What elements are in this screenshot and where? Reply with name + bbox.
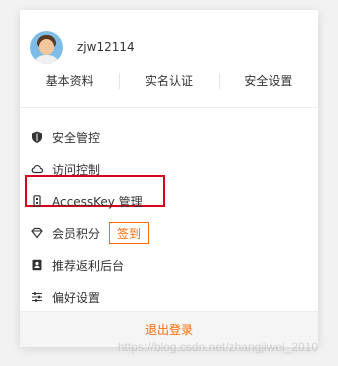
menu-item-label: 偏好设置	[52, 290, 101, 305]
logout-button[interactable]: 退出登录	[145, 321, 193, 338]
menu-item-label: 安全管控	[52, 130, 101, 145]
account-tabs: 基本资料 实名认证 安全设置	[20, 70, 318, 92]
key-icon	[31, 195, 43, 207]
user-profile: zjw12114	[30, 30, 135, 64]
menu-item-label: 会员积分	[52, 226, 101, 241]
menu-item-security-control[interactable]: 安全管控	[20, 124, 318, 150]
sign-in-button[interactable]: 签到	[109, 222, 150, 244]
menu-item-label: 推荐返利后台	[52, 258, 125, 273]
account-dropdown-card: zjw12114 基本资料 实名认证 安全设置 安全管控 访问控制 Access…	[20, 10, 318, 347]
cloud-icon	[31, 163, 43, 175]
menu-item-member-points[interactable]: 会员积分 签到	[20, 220, 318, 246]
watermark: https://blog.csdn.net/zhangjiwei_2010	[117, 340, 318, 354]
menu-item-preferences[interactable]: 偏好设置	[20, 284, 318, 310]
avatar[interactable]	[30, 30, 63, 64]
shield-icon	[31, 131, 43, 143]
menu-item-label: AccessKey 管理	[52, 194, 143, 209]
contact-icon	[31, 259, 43, 271]
username: zjw12114	[77, 40, 135, 54]
menu-item-accesskey-management[interactable]: AccessKey 管理	[20, 188, 318, 214]
divider	[20, 107, 318, 108]
tab-basic-info[interactable]: 基本资料	[20, 70, 119, 92]
tab-real-name-auth[interactable]: 实名认证	[119, 70, 218, 92]
tab-security-settings[interactable]: 安全设置	[218, 70, 318, 92]
sliders-icon	[31, 291, 43, 303]
diamond-icon	[31, 227, 43, 239]
menu-item-referral-rebate[interactable]: 推荐返利后台	[20, 252, 318, 278]
